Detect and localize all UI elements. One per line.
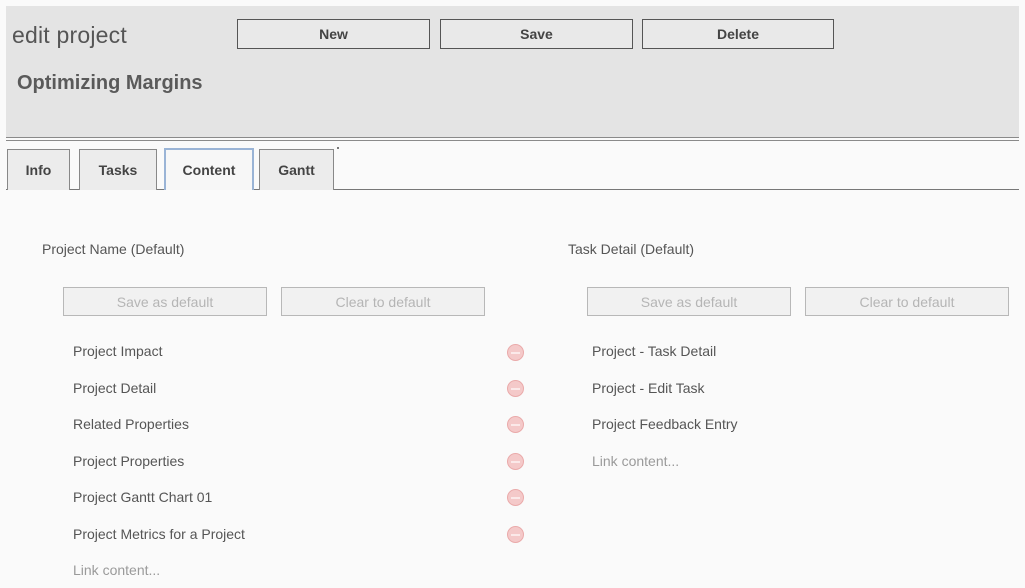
remove-icon[interactable] bbox=[507, 416, 524, 433]
right-content-item[interactable]: Project Feedback Entry bbox=[592, 416, 738, 432]
right-clear-default-button[interactable]: Clear to default bbox=[805, 287, 1009, 316]
header-divider bbox=[6, 137, 1019, 141]
left-clear-default-button[interactable]: Clear to default bbox=[281, 287, 485, 316]
left-content-item[interactable]: Project Properties bbox=[73, 453, 184, 469]
remove-icon[interactable] bbox=[507, 489, 524, 506]
remove-icon[interactable] bbox=[507, 526, 524, 543]
left-content-item[interactable]: Project Gantt Chart 01 bbox=[73, 489, 212, 505]
tab-info[interactable]: Info bbox=[7, 149, 70, 190]
remove-icon[interactable] bbox=[507, 380, 524, 397]
left-content-item[interactable]: Related Properties bbox=[73, 416, 189, 432]
left-link-content[interactable]: Link content... bbox=[73, 562, 160, 578]
remove-icon[interactable] bbox=[507, 344, 524, 361]
right-link-content[interactable]: Link content... bbox=[592, 453, 679, 469]
project-name: Optimizing Margins bbox=[17, 72, 203, 94]
left-section-label: Project Name (Default) bbox=[42, 241, 185, 257]
tab-content[interactable]: Content bbox=[164, 148, 254, 190]
new-button[interactable]: New bbox=[237, 19, 430, 49]
left-content-item[interactable]: Project Metrics for a Project bbox=[73, 526, 245, 542]
right-content-item[interactable]: Project - Task Detail bbox=[592, 343, 716, 359]
tab-bar bbox=[6, 145, 1019, 190]
left-save-default-button[interactable]: Save as default bbox=[63, 287, 267, 316]
delete-button[interactable]: Delete bbox=[642, 19, 834, 49]
tab-divider bbox=[337, 147, 339, 149]
right-content-item[interactable]: Project - Edit Task bbox=[592, 380, 705, 396]
tab-tasks[interactable]: Tasks bbox=[79, 149, 157, 190]
save-button[interactable]: Save bbox=[440, 19, 633, 49]
right-save-default-button[interactable]: Save as default bbox=[587, 287, 791, 316]
tab-gantt[interactable]: Gantt bbox=[259, 149, 334, 190]
right-section-label: Task Detail (Default) bbox=[568, 241, 695, 257]
page-title: edit project bbox=[12, 22, 127, 48]
remove-icon[interactable] bbox=[507, 453, 524, 470]
left-content-item[interactable]: Project Impact bbox=[73, 343, 162, 359]
left-content-item[interactable]: Project Detail bbox=[73, 380, 156, 396]
